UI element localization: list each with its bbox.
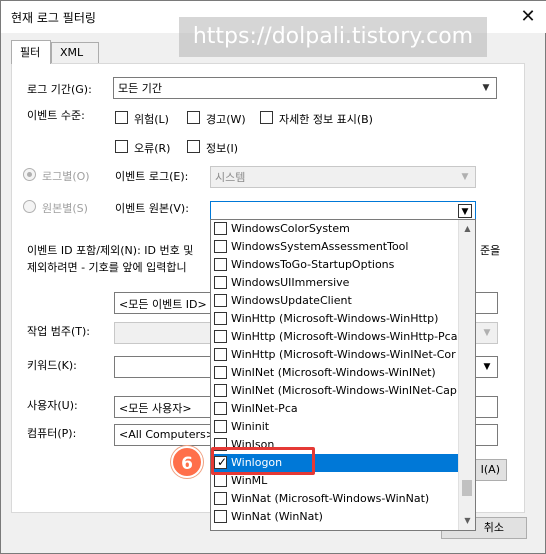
source-list-item-label: WinNat (WinNat): [231, 510, 323, 523]
cancel-button-label: 취소: [483, 521, 504, 534]
source-list-item[interactable]: WinNat (Microsoft-Windows-WinNat): [211, 490, 459, 508]
source-list-item-label: WindowsSystemAssessmentTool: [231, 240, 409, 253]
tab-xml[interactable]: XML: [51, 42, 99, 64]
source-list-item-label: WinINet (Microsoft-Windows-WinINet): [231, 366, 436, 379]
critical-checkbox[interactable]: [115, 111, 128, 124]
filter-dialog: 현재 로그 필터링 ✕ 필터 XML 로그 기간(G): 모든 기간 ▼ 이벤트…: [0, 0, 546, 554]
log-period-label: 로그 기간(G):: [27, 83, 92, 96]
chevron-down-icon[interactable]: ▼: [458, 204, 472, 218]
clear-button-label: I(A): [480, 463, 500, 476]
by-log-label: 로그별(O): [42, 170, 90, 183]
task-category-label: 작업 범주(T):: [27, 325, 90, 338]
source-list-item[interactable]: WinINet-Pca: [211, 400, 459, 418]
source-checkbox[interactable]: [214, 384, 227, 397]
event-id-value: <모든 이벤트 ID>: [119, 298, 207, 311]
source-list-item-label: WindowsUIImmersive: [231, 276, 350, 289]
source-list-item[interactable]: WinNat (WinNat): [211, 508, 459, 526]
source-list-item[interactable]: WindowsSystemAssessmentTool: [211, 238, 459, 256]
source-list-item-label: WinML: [231, 474, 268, 487]
chevron-down-icon: ▼: [483, 362, 491, 372]
source-list-item[interactable]: WindowsUIImmersive: [211, 274, 459, 292]
source-list-item-label: WindowsColorSystem: [231, 222, 350, 235]
by-source-radio[interactable]: [23, 200, 36, 213]
verbose-label: 자세한 정보 표시(B): [279, 113, 373, 126]
source-checkbox[interactable]: [214, 222, 227, 235]
error-checkbox[interactable]: [115, 140, 128, 153]
source-list-item-label: WinINet-Pca: [231, 402, 298, 415]
verbose-checkbox[interactable]: [260, 111, 273, 124]
winlogon-highlight-box: [211, 447, 315, 475]
source-list-item[interactable]: WinHttp (Microsoft-Windows-WinHttp-Pca: [211, 328, 459, 346]
source-list-item[interactable]: Wininit: [211, 418, 459, 436]
source-list-item[interactable]: WindowsToGo-StartupOptions: [211, 256, 459, 274]
source-checkbox[interactable]: [214, 402, 227, 415]
chevron-down-icon: ▼: [483, 328, 491, 338]
computer-value: <All Computers>: [119, 428, 215, 441]
watermark-text: https://dolpali.tistory.com: [179, 17, 487, 57]
tab-filter[interactable]: 필터: [11, 40, 51, 64]
source-checkbox[interactable]: [214, 258, 227, 271]
event-source-select[interactable]: ▼: [210, 201, 476, 221]
keywords-label: 키워드(K):: [27, 359, 77, 372]
source-list-item-label: WinHttp (Microsoft-Windows-WinHttp): [231, 312, 439, 325]
source-checkbox[interactable]: [214, 294, 227, 307]
by-log-radio[interactable]: [23, 168, 36, 181]
source-list-item[interactable]: WinINet (Microsoft-Windows-WinINet): [211, 364, 459, 382]
source-checkbox[interactable]: [214, 492, 227, 505]
chevron-down-icon: ▼: [461, 172, 469, 182]
source-checkbox[interactable]: [214, 276, 227, 289]
source-list-item-label: WinINet (Microsoft-Windows-WinINet-Cap: [231, 384, 457, 397]
source-list-item-label: WinHttp (Microsoft-Windows-WinHttp-Pca: [231, 330, 458, 343]
chevron-down-icon: ▼: [482, 83, 490, 93]
source-checkbox[interactable]: [214, 474, 227, 487]
source-list-item[interactable]: WindowsColorSystem: [211, 220, 459, 238]
event-id-help-line1: 이벤트 ID 포함/제외(N): ID 번호 및: [27, 244, 194, 257]
source-list-item-label: WindowsUpdateClient: [231, 294, 352, 307]
critical-label: 위험(L): [134, 113, 169, 126]
scroll-up-icon[interactable]: ▲: [459, 220, 475, 237]
source-list-item[interactable]: WinINet (Microsoft-Windows-WinINet-Cap: [211, 382, 459, 400]
warning-label: 경고(W): [206, 113, 246, 126]
event-id-help-line1-right: 준을: [480, 244, 501, 257]
source-list-item[interactable]: WinHttp (Microsoft-Windows-WinHttp): [211, 310, 459, 328]
tab-xml-label: XML: [60, 46, 84, 59]
source-list-item[interactable]: WindowsUpdateClient: [211, 292, 459, 310]
step-badge: 6: [171, 446, 203, 478]
event-log-select[interactable]: 시스템 ▼: [210, 166, 476, 188]
event-source-dropdown-list: WinNat (WinNat) WinNat (Microsoft-Windows…: [210, 219, 476, 531]
source-checkbox[interactable]: [214, 420, 227, 433]
scrollbar-thumb[interactable]: [462, 480, 472, 496]
source-list-item-label: WinHttp (Microsoft-Windows-WinINet-Cor: [231, 348, 456, 361]
error-label: 오류(R): [134, 142, 171, 155]
event-log-label: 이벤트 로그(E):: [115, 170, 189, 183]
source-list-item-label: WinNat (Microsoft-Windows-WinNat): [231, 492, 430, 505]
tab-filter-label: 필터: [20, 46, 41, 59]
source-checkbox[interactable]: [214, 330, 227, 343]
information-label: 정보(I): [206, 142, 239, 155]
close-icon[interactable]: ✕: [515, 4, 541, 30]
event-source-label: 이벤트 원본(V):: [115, 202, 189, 215]
computer-label: 컴퓨터(P):: [27, 427, 77, 440]
source-list-item-label: Wininit: [231, 420, 270, 433]
source-checkbox[interactable]: [214, 348, 227, 361]
event-id-help-line2: 제외하려면 - 기호를 앞에 입력합니: [27, 261, 187, 274]
event-level-label: 이벤트 수준:: [27, 109, 85, 122]
user-label: 사용자(U):: [27, 399, 78, 412]
scroll-down-icon[interactable]: ▼: [459, 512, 475, 529]
event-log-value: 시스템: [215, 171, 246, 184]
by-source-label: 원본별(S): [42, 202, 88, 215]
dialog-title: 현재 로그 필터링: [11, 11, 96, 25]
source-list-item[interactable]: WinHttp (Microsoft-Windows-WinINet-Cor: [211, 346, 459, 364]
log-period-value: 모든 기간: [118, 82, 162, 95]
source-checkbox[interactable]: [214, 510, 227, 523]
source-list-item-label: WindowsToGo-StartupOptions: [231, 258, 395, 271]
source-checkbox[interactable]: [214, 366, 227, 379]
warning-checkbox[interactable]: [187, 111, 200, 124]
log-period-select[interactable]: 모든 기간 ▼: [113, 77, 497, 99]
dropdown-scrollbar[interactable]: ▲ ▼: [458, 220, 475, 530]
source-checkbox[interactable]: [214, 312, 227, 325]
information-checkbox[interactable]: [187, 140, 200, 153]
user-value: <모든 사용자>: [119, 402, 192, 415]
source-checkbox[interactable]: [214, 240, 227, 253]
